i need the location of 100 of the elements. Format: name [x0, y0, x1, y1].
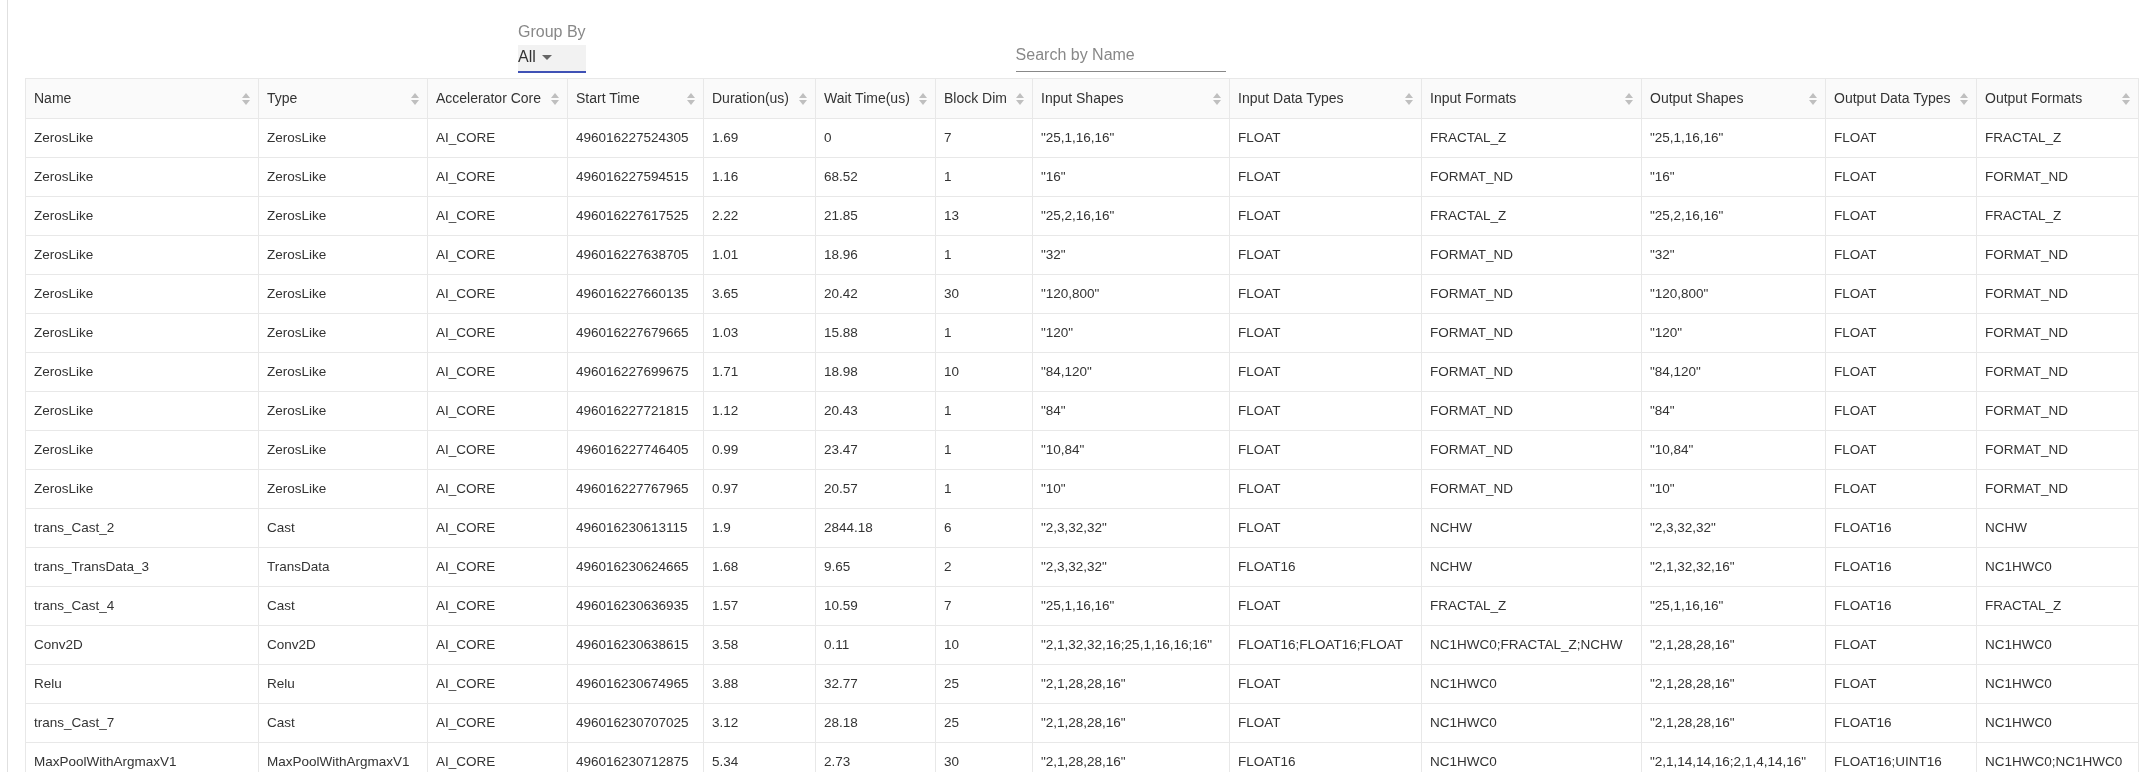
table-cell: "32"	[1033, 236, 1230, 274]
sort-icon[interactable]	[919, 92, 927, 105]
table-cell: "2,3,32,32"	[1033, 548, 1230, 586]
table-cell: FLOAT	[1826, 119, 1977, 157]
table-cell: 9.65	[816, 548, 936, 586]
sort-icon[interactable]	[1405, 92, 1413, 105]
search-field[interactable]: Search by Name	[1015, 43, 1226, 72]
table-cell: 25	[936, 665, 1033, 703]
table-cell: 0	[816, 119, 936, 157]
table-cell: "10"	[1642, 470, 1826, 508]
table-cell: "2,3,32,32"	[1033, 509, 1230, 547]
table-cell: FLOAT16	[1230, 743, 1422, 772]
table-cell: FLOAT	[1826, 314, 1977, 352]
column-header[interactable]: Output Shapes	[1642, 79, 1826, 118]
column-header[interactable]: Accelerator Core	[428, 79, 568, 118]
table-cell: 20.43	[816, 392, 936, 430]
table-cell: ZerosLike	[26, 431, 259, 469]
table-cell: 15.88	[816, 314, 936, 352]
column-header[interactable]: Output Formats	[1977, 79, 2139, 118]
table-cell: "25,1,16,16"	[1033, 119, 1230, 157]
table-cell: FLOAT	[1230, 353, 1422, 391]
table-cell: "25,1,16,16"	[1642, 119, 1826, 157]
table-cell: NC1HWC0;FRACTAL_Z;NCHW	[1422, 626, 1642, 664]
table-cell: 1.16	[704, 158, 816, 196]
table-cell: 2.73	[816, 743, 936, 772]
sort-icon[interactable]	[411, 92, 419, 105]
table-cell: 1.71	[704, 353, 816, 391]
table-cell: AI_CORE	[428, 431, 568, 469]
column-header[interactable]: Name	[26, 79, 259, 118]
table-cell: FORMAT_ND	[1422, 392, 1642, 430]
group-by-dropdown[interactable]: All	[518, 45, 586, 73]
column-header[interactable]: Input Shapes	[1033, 79, 1230, 118]
table-cell: 1	[936, 158, 1033, 196]
table-cell: "2,1,28,28,16"	[1642, 704, 1826, 742]
table-cell: "25,1,16,16"	[1642, 587, 1826, 625]
column-header[interactable]: Wait Time(us)	[816, 79, 936, 118]
sort-icon[interactable]	[799, 92, 807, 105]
table-cell: 68.52	[816, 158, 936, 196]
table-cell: 2	[936, 548, 1033, 586]
table-cell: 1	[936, 470, 1033, 508]
table-cell: 496016227638705	[568, 236, 704, 274]
sort-icon[interactable]	[242, 92, 250, 105]
table-cell: AI_CORE	[428, 353, 568, 391]
table-cell: 25	[936, 704, 1033, 742]
column-header[interactable]: Output Data Types	[1826, 79, 1977, 118]
column-header[interactable]: Start Time	[568, 79, 704, 118]
table-cell: "10,84"	[1642, 431, 1826, 469]
column-header[interactable]: Input Formats	[1422, 79, 1642, 118]
table-cell: FORMAT_ND	[1422, 470, 1642, 508]
table-cell: FORMAT_ND	[1977, 470, 2139, 508]
table-cell: NCHW	[1422, 509, 1642, 547]
table-cell: 7	[936, 119, 1033, 157]
column-header[interactable]: Type	[259, 79, 428, 118]
table-cell: "84"	[1033, 392, 1230, 430]
column-header[interactable]: Block Dim	[936, 79, 1033, 118]
column-header[interactable]: Input Data Types	[1230, 79, 1422, 118]
table-cell: ZerosLike	[259, 236, 428, 274]
table-cell: AI_CORE	[428, 665, 568, 703]
table-cell: NCHW	[1422, 548, 1642, 586]
table-cell: AI_CORE	[428, 626, 568, 664]
table-cell: NC1HWC0	[1977, 665, 2139, 703]
sort-icon[interactable]	[1016, 92, 1024, 105]
table-cell: AI_CORE	[428, 392, 568, 430]
table-cell: FORMAT_ND	[1422, 314, 1642, 352]
sort-icon[interactable]	[1960, 92, 1968, 105]
table-cell: ZerosLike	[259, 353, 428, 391]
table-cell: FLOAT	[1826, 236, 1977, 274]
table-cell: 496016230674965	[568, 665, 704, 703]
table-cell: FLOAT16	[1826, 587, 1977, 625]
table-cell: 30	[936, 743, 1033, 772]
table-cell: FLOAT	[1230, 158, 1422, 196]
table-cell: "84,120"	[1033, 353, 1230, 391]
table-cell: 1	[936, 431, 1033, 469]
sort-icon[interactable]	[1213, 92, 1221, 105]
sort-icon[interactable]	[2122, 92, 2130, 105]
table-cell: 18.96	[816, 236, 936, 274]
table-cell: ZerosLike	[259, 275, 428, 313]
table-cell: ZerosLike	[26, 197, 259, 235]
sort-icon[interactable]	[1809, 92, 1817, 105]
table-cell: AI_CORE	[428, 236, 568, 274]
table-cell: ZerosLike	[259, 158, 428, 196]
column-header[interactable]: Duration(us)	[704, 79, 816, 118]
table-cell: ZerosLike	[259, 314, 428, 352]
table-cell: FORMAT_ND	[1422, 236, 1642, 274]
table-cell: FLOAT16	[1826, 509, 1977, 547]
table-cell: 1	[936, 236, 1033, 274]
table-cell: AI_CORE	[428, 158, 568, 196]
table-cell: 1.12	[704, 392, 816, 430]
table-cell: 1	[936, 314, 1033, 352]
caret-icon	[541, 54, 552, 60]
table-cell: FLOAT	[1826, 392, 1977, 430]
table-cell: MaxPoolWithArgmaxV1	[26, 743, 259, 772]
table-cell: Conv2D	[259, 626, 428, 664]
sort-icon[interactable]	[687, 92, 695, 105]
table-cell: FLOAT	[1826, 470, 1977, 508]
table-cell: 1.57	[704, 587, 816, 625]
sort-icon[interactable]	[551, 92, 559, 105]
sort-icon[interactable]	[1625, 92, 1633, 105]
table-cell: ZerosLike	[26, 314, 259, 352]
table-cell: 2844.18	[816, 509, 936, 547]
